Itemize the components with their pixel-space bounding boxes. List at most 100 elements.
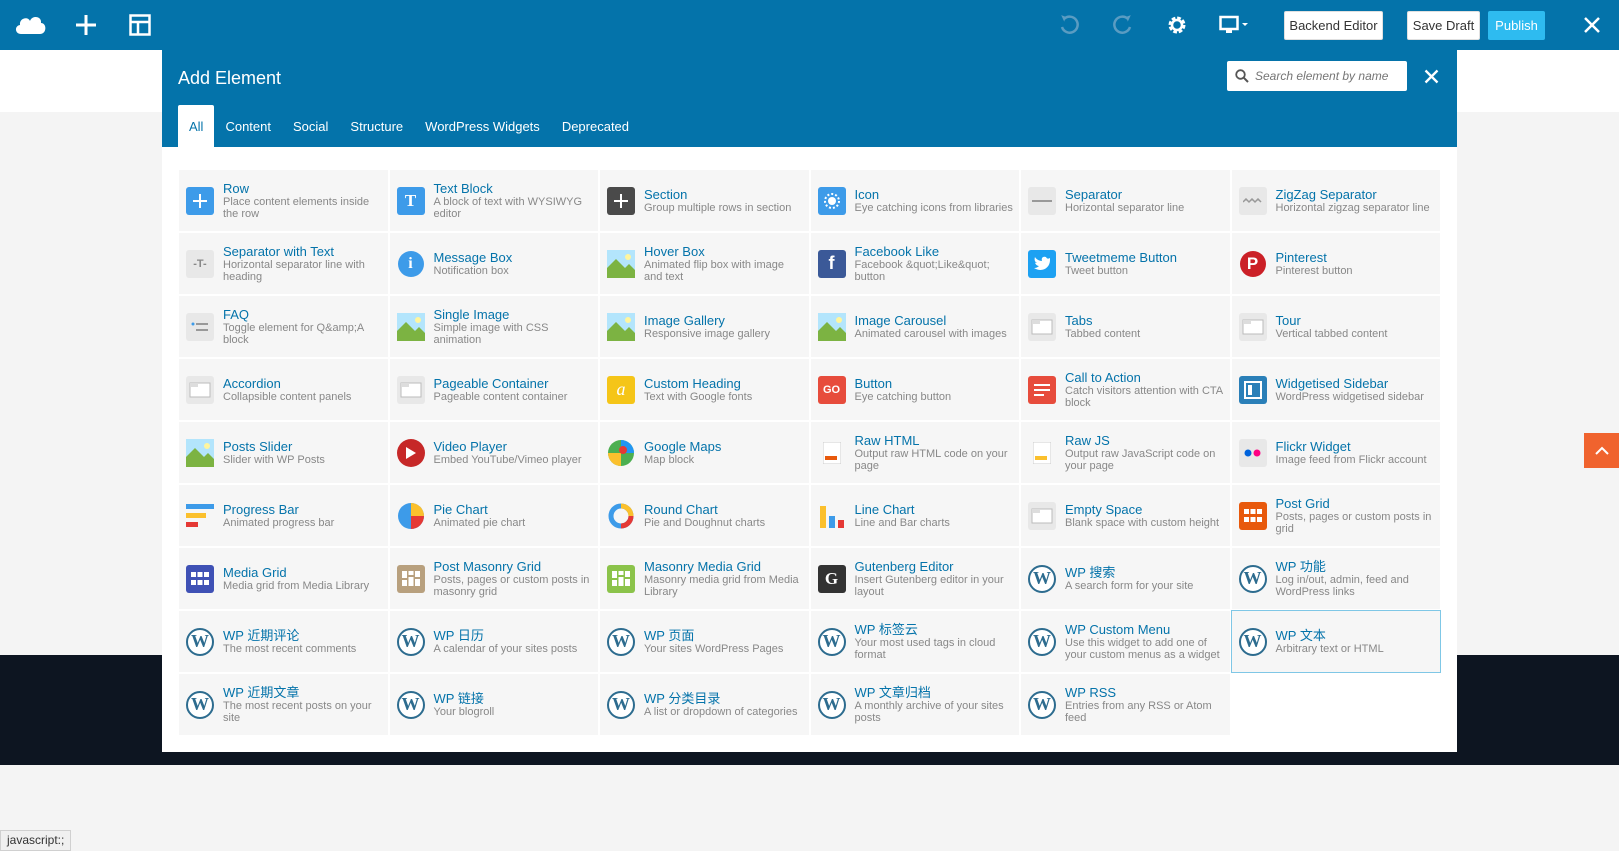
element-masonry-media-grid[interactable]: Masonry Media Grid Masonry media grid fro… [599,547,810,610]
element-wp-日历[interactable]: W WP 日历 A calendar of your sites posts [388,610,599,673]
redo-icon[interactable] [1108,10,1138,40]
element-wp-近期评论[interactable]: W WP 近期评论 The most recent comments [178,610,389,673]
element-name: Posts Slider [223,439,293,454]
element-icon[interactable]: Icon Eye catching icons from libraries [809,169,1020,232]
wordpress-icon: W [186,627,214,656]
element-name: Raw HTML [854,433,920,448]
element-description: Catch visitors attention with CTA block [1065,385,1223,409]
sun-icon [817,186,846,215]
go-button-icon: GO [817,375,846,404]
element-google-maps[interactable]: Google Maps Map block [599,421,810,484]
element-hover-box[interactable]: Hover Box Animated flip box with image an… [599,232,810,295]
element-call-to-action[interactable]: Call to Action Catch visitors attention w… [1020,358,1231,421]
element-raw-js[interactable]: Raw JS Output raw JavaScript code on your… [1020,421,1231,484]
add-element-icon[interactable] [71,10,101,40]
element-wp-文本[interactable]: W WP 文本 Arbitrary text or HTML [1230,610,1441,673]
element-description: Tabbed content [1065,328,1141,340]
element-description: Place content elements inside the row [223,196,370,220]
element-section[interactable]: Section Group multiple rows in section [599,169,810,232]
element-text-block[interactable]: T Text Block A block of text with WYSIWYG … [388,169,599,232]
element-gutenberg-editor[interactable]: G Gutenberg Editor Insert Gutenberg editor… [809,547,1020,610]
element-tweetmeme-button[interactable]: Tweetmeme Button Tweet button [1020,232,1231,295]
element-wp-链接[interactable]: W WP 链接 Your blogroll [388,673,599,736]
element-wp-页面[interactable]: W WP 页面 Your sites WordPress Pages [599,610,810,673]
element-accordion[interactable]: Accordion Collapsible content panels [178,358,389,421]
element-video-player[interactable]: Video Player Embed YouTube/Vimeo player [388,421,599,484]
element-round-chart[interactable]: Round Chart Pie and Doughnut charts [599,484,810,547]
element-wp-custom-menu[interactable]: W WP Custom Menu Use this widget to add on… [1020,610,1231,673]
element-wp-分类目录[interactable]: W WP 分类目录 A list or dropdown of categories [599,673,810,736]
tour-icon [1238,312,1267,341]
element-tabs[interactable]: Tabs Tabbed content [1020,295,1231,358]
close-editor-icon[interactable] [1577,10,1607,40]
modal-close-icon[interactable] [1418,63,1444,89]
element-separator[interactable]: Separator Horizontal separator line [1020,169,1231,232]
scroll-to-top-button[interactable] [1584,433,1619,468]
element-row[interactable]: Row Place content elements inside the row [178,169,389,232]
element-custom-heading[interactable]: a Custom Heading Text with Google fonts [599,358,810,421]
publish-button[interactable]: Publish [1488,11,1545,40]
element-wp-文章归档[interactable]: W WP 文章归档 A monthly archive of your sites … [809,673,1020,736]
save-draft-button[interactable]: Save Draft [1407,11,1480,40]
responsive-view-icon[interactable] [1218,10,1252,40]
element-description: Vertical tabbed content [1275,328,1388,340]
element-progress-bar[interactable]: Progress Bar Animated progress bar [178,484,389,547]
tab-all[interactable]: All [178,105,215,147]
element-facebook-like[interactable]: f Facebook Like Facebook &quot;Like&quot; … [809,232,1020,295]
element-separator-with-text[interactable]: -T- Separator with Text Horizontal separat… [178,232,389,295]
grid-icon [186,564,214,593]
element-widgetised-sidebar[interactable]: Widgetised Sidebar WordPress widgetised s… [1230,358,1441,421]
element-posts-slider[interactable]: Posts Slider Slider with WP Posts [178,421,389,484]
templates-icon[interactable] [125,10,155,40]
element-name: Progress Bar [223,502,299,517]
element-name: WP 链接 [433,691,484,706]
settings-gear-icon[interactable] [1162,10,1192,40]
element-pageable-container[interactable]: Pageable Container Pageable content conta… [388,358,599,421]
element-description: A search form for your site [1065,580,1194,592]
element-description: Your most used tags in cloud format [854,637,996,661]
tab-deprecated[interactable]: Deprecated [551,105,640,147]
element-wp-功能[interactable]: W WP 功能 Log in/out, admin, feed and WordPr… [1230,547,1441,610]
element-tour[interactable]: Tour Vertical tabbed content [1230,295,1441,358]
element-name: Image Gallery [644,313,725,328]
element-message-box[interactable]: i Message Box Notification box [388,232,599,295]
element-pie-chart[interactable]: Pie Chart Animated pie chart [388,484,599,547]
element-name: Pageable Container [433,376,549,391]
element-description: Animated progress bar [223,517,335,529]
tab-wordpress-widgets[interactable]: WordPress Widgets [414,105,551,147]
element-description: WordPress widgetised sidebar [1275,391,1424,403]
element-wp-标签云[interactable]: W WP 标签云 Your most used tags in cloud form… [809,610,1020,673]
tab-structure[interactable]: Structure [339,105,414,147]
element-description: A calendar of your sites posts [433,643,578,655]
element-wp-搜索[interactable]: W WP 搜索 A search form for your site [1020,547,1231,610]
pageable-icon [396,375,425,404]
element-post-grid[interactable]: Post Grid Posts, pages or custom posts in… [1230,484,1441,547]
element-description: Output raw JavaScript code on your page [1065,448,1216,472]
tab-social[interactable]: Social [282,105,339,147]
undo-icon[interactable] [1054,10,1084,40]
element-image-carousel[interactable]: Image Carousel Animated carousel with ima… [809,295,1020,358]
element-pinterest[interactable]: P Pinterest Pinterest button [1230,232,1441,295]
element-single-image[interactable]: Single Image Simple image with CSS animat… [388,295,599,358]
search-box[interactable] [1227,61,1407,91]
element-name: ZigZag Separator [1275,187,1377,202]
element-post-masonry-grid[interactable]: Post Masonry Grid Posts, pages or custom … [388,547,599,610]
element-flickr-widget[interactable]: Flickr Widget Image feed from Flickr acco… [1230,421,1441,484]
element-name: WP Custom Menu [1065,622,1171,637]
element-line-chart[interactable]: Line Chart Line and Bar charts [809,484,1020,547]
element-media-grid[interactable]: Media Grid Media grid from Media Library [178,547,389,610]
element-description: A monthly archive of your sites posts [854,700,1004,724]
tab-content[interactable]: Content [214,105,282,147]
element-faq[interactable]: FAQ Toggle element for Q&amp;A block [178,295,389,358]
element-wp-近期文章[interactable]: W WP 近期文章 The most recent posts on your si… [178,673,389,736]
element-raw-html[interactable]: Raw HTML Output raw HTML code on your pag… [809,421,1020,484]
element-empty-space[interactable]: Empty Space Blank space with custom heigh… [1020,484,1231,547]
backend-editor-button[interactable]: Backend Editor [1284,11,1383,40]
cloud-logo-icon[interactable] [12,10,48,40]
element-image-gallery[interactable]: Image Gallery Responsive image gallery [599,295,810,358]
element-name: WP 页面 [644,628,695,643]
search-input[interactable] [1255,69,1395,83]
element-zigzag-separator[interactable]: ZigZag Separator Horizontal zigzag separa… [1230,169,1441,232]
element-wp-rss[interactable]: W WP RSS Entries from any RSS or Atom feed [1020,673,1231,736]
element-button[interactable]: GO Button Eye catching button [809,358,1020,421]
